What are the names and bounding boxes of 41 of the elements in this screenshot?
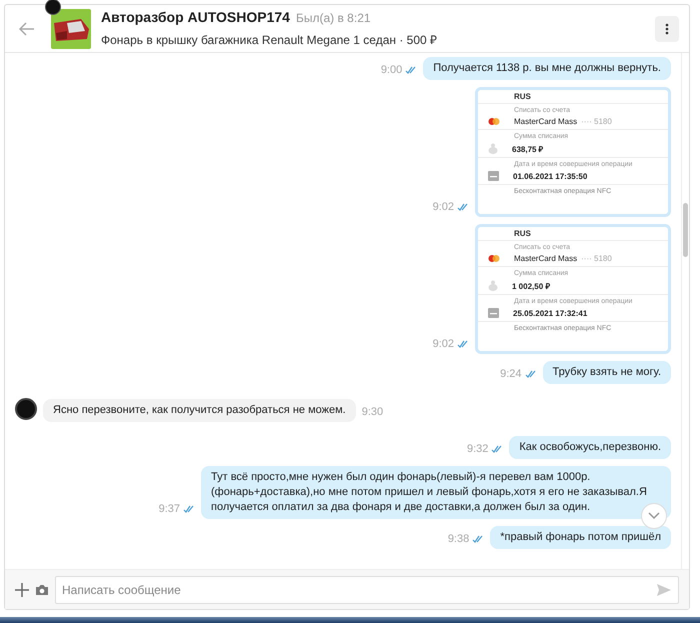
receipt-value: MasterCard Mass ···· 5180 [514,117,612,126]
back-icon[interactable] [19,22,35,36]
message-time: 9:32 [466,443,488,455]
receipt-value: 25.05.2021 17:32:41 [513,308,588,318]
scrollbar-thumb[interactable] [683,203,688,257]
message-bubble: Трубку взять не могу. [542,361,671,384]
camera-icon[interactable] [35,584,49,596]
message-bubble: Как освобожусь,перезвоню. [509,436,671,459]
bag-icon [488,143,498,154]
message-field[interactable]: Написать сообщение [55,576,679,604]
message-time: 9:37 [158,503,180,515]
message-bubble: Ясно перезвоните, как получится разобраться не можем. [43,399,356,422]
calendar-icon [488,171,499,181]
chat-title: Авторазбор AUTOSHOP174 [101,9,290,25]
message-time: 9:24 [500,368,522,380]
last-seen: Был(а) в 8:21 [296,11,371,25]
receipt-value: 638,75 ₽ [512,144,544,154]
message-bubble: Получается 1138 р. вы мне должны вернуть. [423,57,671,80]
seller-avatar [45,0,61,14]
avatar [15,398,37,420]
message-time: 9:00 [380,64,402,76]
receipt-value: 1 002,50 ₽ [512,281,550,291]
add-icon[interactable] [15,582,29,596]
calendar-icon [488,308,499,318]
receipt-country: RUS [513,228,532,240]
message-time: 9:38 [448,533,470,545]
send-icon[interactable] [657,584,671,596]
listing-title: Фонарь в крышку багажника Renault Megane 1 седан · 500 ₽ [101,32,438,48]
message-time: 9:02 [432,201,454,213]
chevron-down-icon [648,512,660,520]
more-icon[interactable] [655,16,679,42]
bag-icon [488,280,498,291]
message-bubble: *правый фонарь потом пришёл [490,526,671,549]
message-time: 9:30 [362,406,384,418]
card-logo-icon [488,118,500,125]
receipt-country: RUS [513,91,532,103]
card-logo-icon [488,255,500,262]
receipt-value: 01.06.2021 17:35:50 [513,172,588,180]
message-bubble: Тут всё просто,мне нужен был один фонарь(левый)-я перевел вам 1000р.(фонарь+доставка),но мне потом пришел и левый фонарь,хотя я его не заказывал.Я получается оплатил за два фонаря и две доставки,а должен был за один. [201,466,671,519]
message-time: 9:02 [432,338,454,350]
receipt-value: MasterCard Mass ···· 5180 [514,254,612,263]
